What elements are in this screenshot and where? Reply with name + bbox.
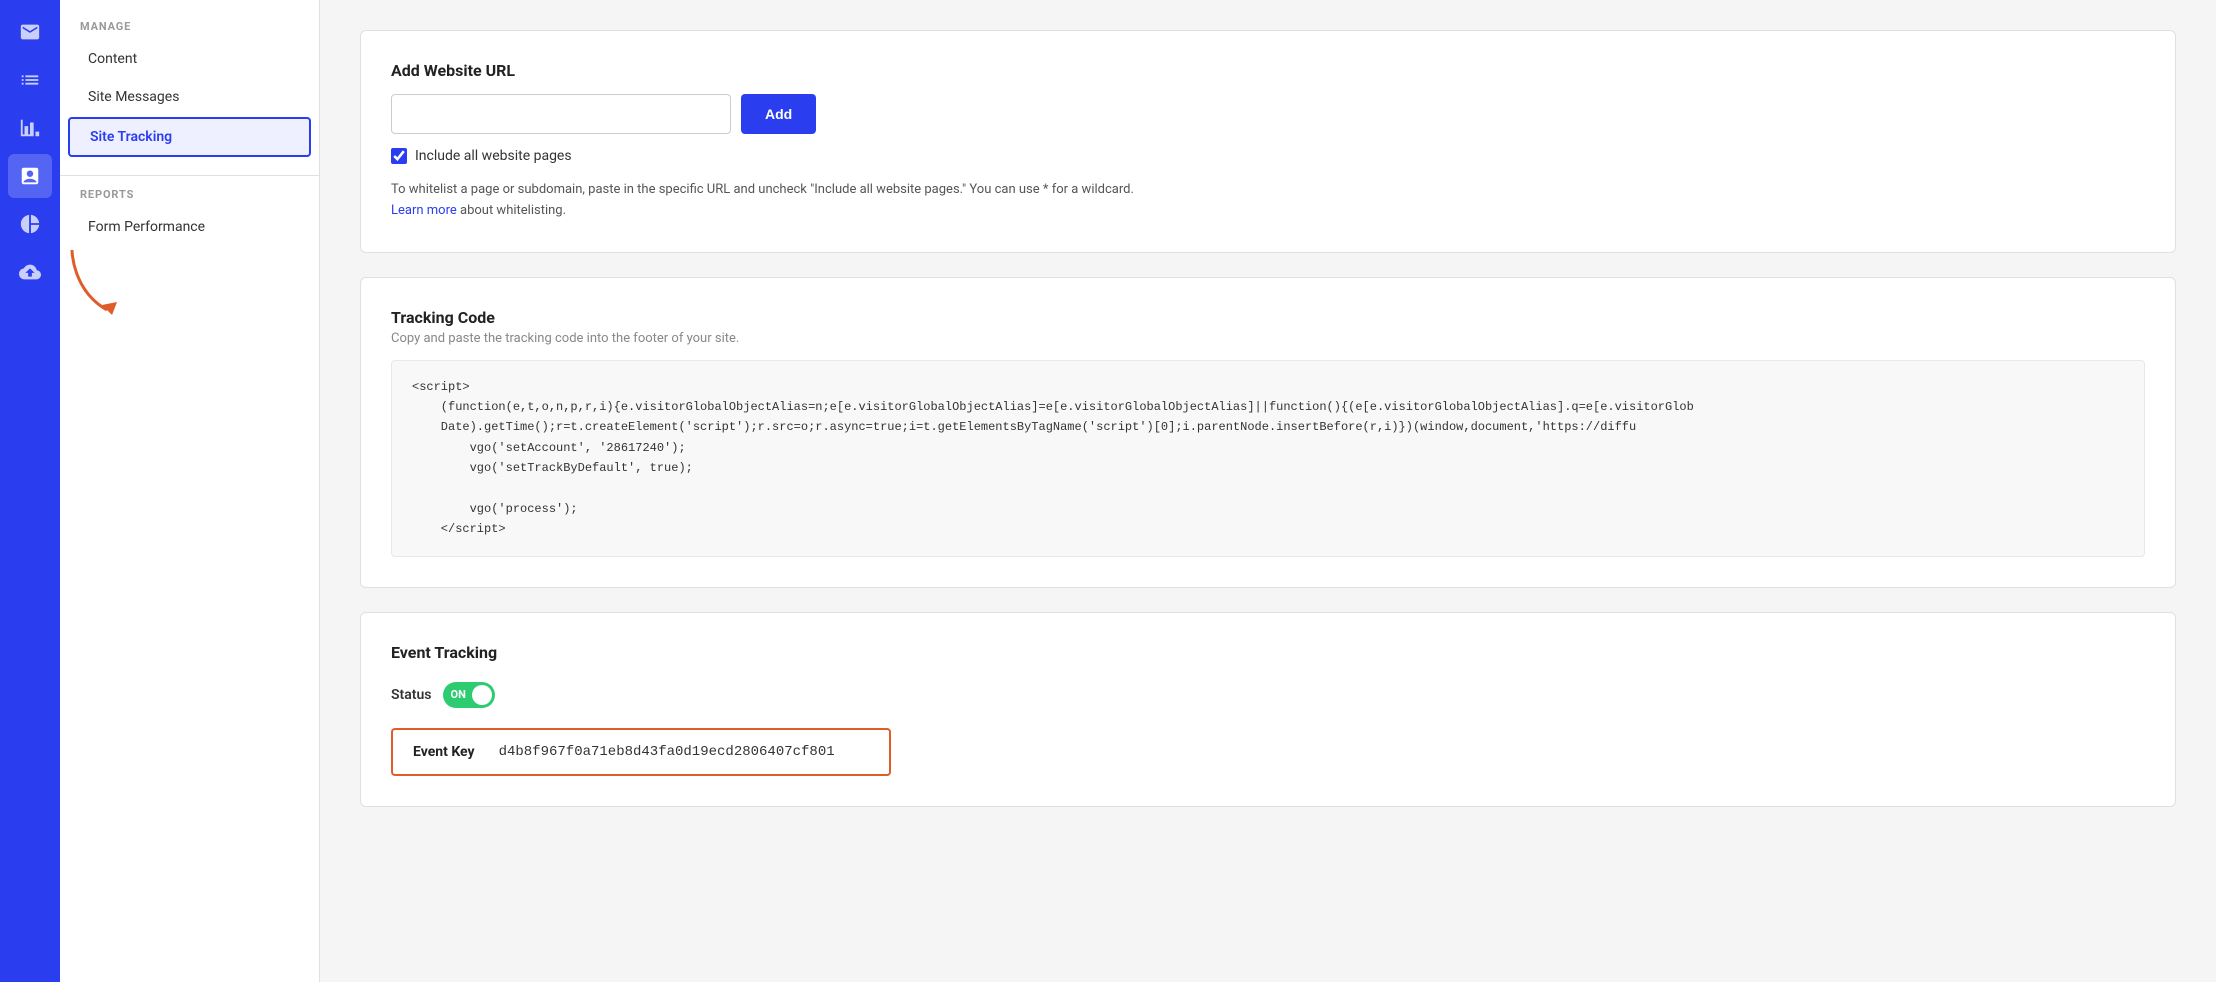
tracking-code-title: Tracking Code: [391, 308, 2145, 327]
sidebar-icon-pie[interactable]: [8, 202, 52, 246]
event-tracking-card: Event Tracking Status ON Event Key d4b8f…: [360, 612, 2176, 807]
status-label: Status: [391, 687, 431, 703]
event-key-value: d4b8f967f0a71eb8d43fa0d19ecd2806407cf801: [499, 744, 835, 760]
tracking-code-card: Tracking Code Copy and paste the trackin…: [360, 277, 2176, 588]
sidebar-icon-campaigns[interactable]: [8, 154, 52, 198]
event-tracking-toggle[interactable]: ON: [443, 682, 495, 708]
add-url-button[interactable]: Add: [741, 94, 816, 134]
tracking-code-block: <script> (function(e,t,o,n,p,r,i){e.visi…: [391, 360, 2145, 557]
whitelist-info-text: To whitelist a page or subdomain, paste …: [391, 182, 1134, 197]
toggle-label: ON: [450, 688, 465, 701]
toggle-knob: [472, 685, 492, 705]
website-url-input[interactable]: [391, 94, 731, 134]
reports-section-label: REPORTS: [60, 188, 319, 209]
sidebar-icon-upload[interactable]: [8, 250, 52, 294]
sidebar-item-content[interactable]: Content: [68, 41, 311, 77]
sidebar-item-form-performance[interactable]: Form Performance: [68, 209, 311, 245]
include-all-pages-label: Include all website pages: [415, 148, 572, 164]
sidebar-icon-list[interactable]: [8, 58, 52, 102]
sidebar-item-site-messages[interactable]: Site Messages: [68, 79, 311, 115]
include-all-pages-checkbox[interactable]: [391, 148, 407, 164]
main-content: Add Website URL Add Include all website …: [320, 0, 2216, 982]
event-key-row: Event Key d4b8f967f0a71eb8d43fa0d19ecd28…: [391, 728, 891, 776]
text-sidebar: MANAGE Content Site Messages Site Tracki…: [60, 0, 320, 982]
event-key-label: Event Key: [413, 744, 475, 760]
sidebar-icon-email[interactable]: [8, 10, 52, 54]
event-tracking-title: Event Tracking: [391, 643, 2145, 662]
include-all-pages-row: Include all website pages: [391, 148, 2145, 164]
add-website-url-card: Add Website URL Add Include all website …: [360, 30, 2176, 253]
sidebar-item-site-tracking[interactable]: Site Tracking: [68, 117, 311, 157]
whitelist-info: To whitelist a page or subdomain, paste …: [391, 180, 2145, 222]
whitelist-suffix: about whitelisting.: [457, 203, 566, 218]
sidebar-icon-chart[interactable]: [8, 106, 52, 150]
add-url-title: Add Website URL: [391, 61, 2145, 80]
status-row: Status ON: [391, 682, 2145, 708]
tracking-code-subtitle: Copy and paste the tracking code into th…: [391, 331, 2145, 346]
url-input-row: Add: [391, 94, 2145, 134]
learn-more-link[interactable]: Learn more: [391, 203, 457, 218]
manage-section-label: MANAGE: [60, 20, 319, 41]
sidebar-divider: [60, 175, 319, 176]
toggle-container[interactable]: ON: [443, 682, 495, 708]
icon-sidebar: [0, 0, 60, 982]
